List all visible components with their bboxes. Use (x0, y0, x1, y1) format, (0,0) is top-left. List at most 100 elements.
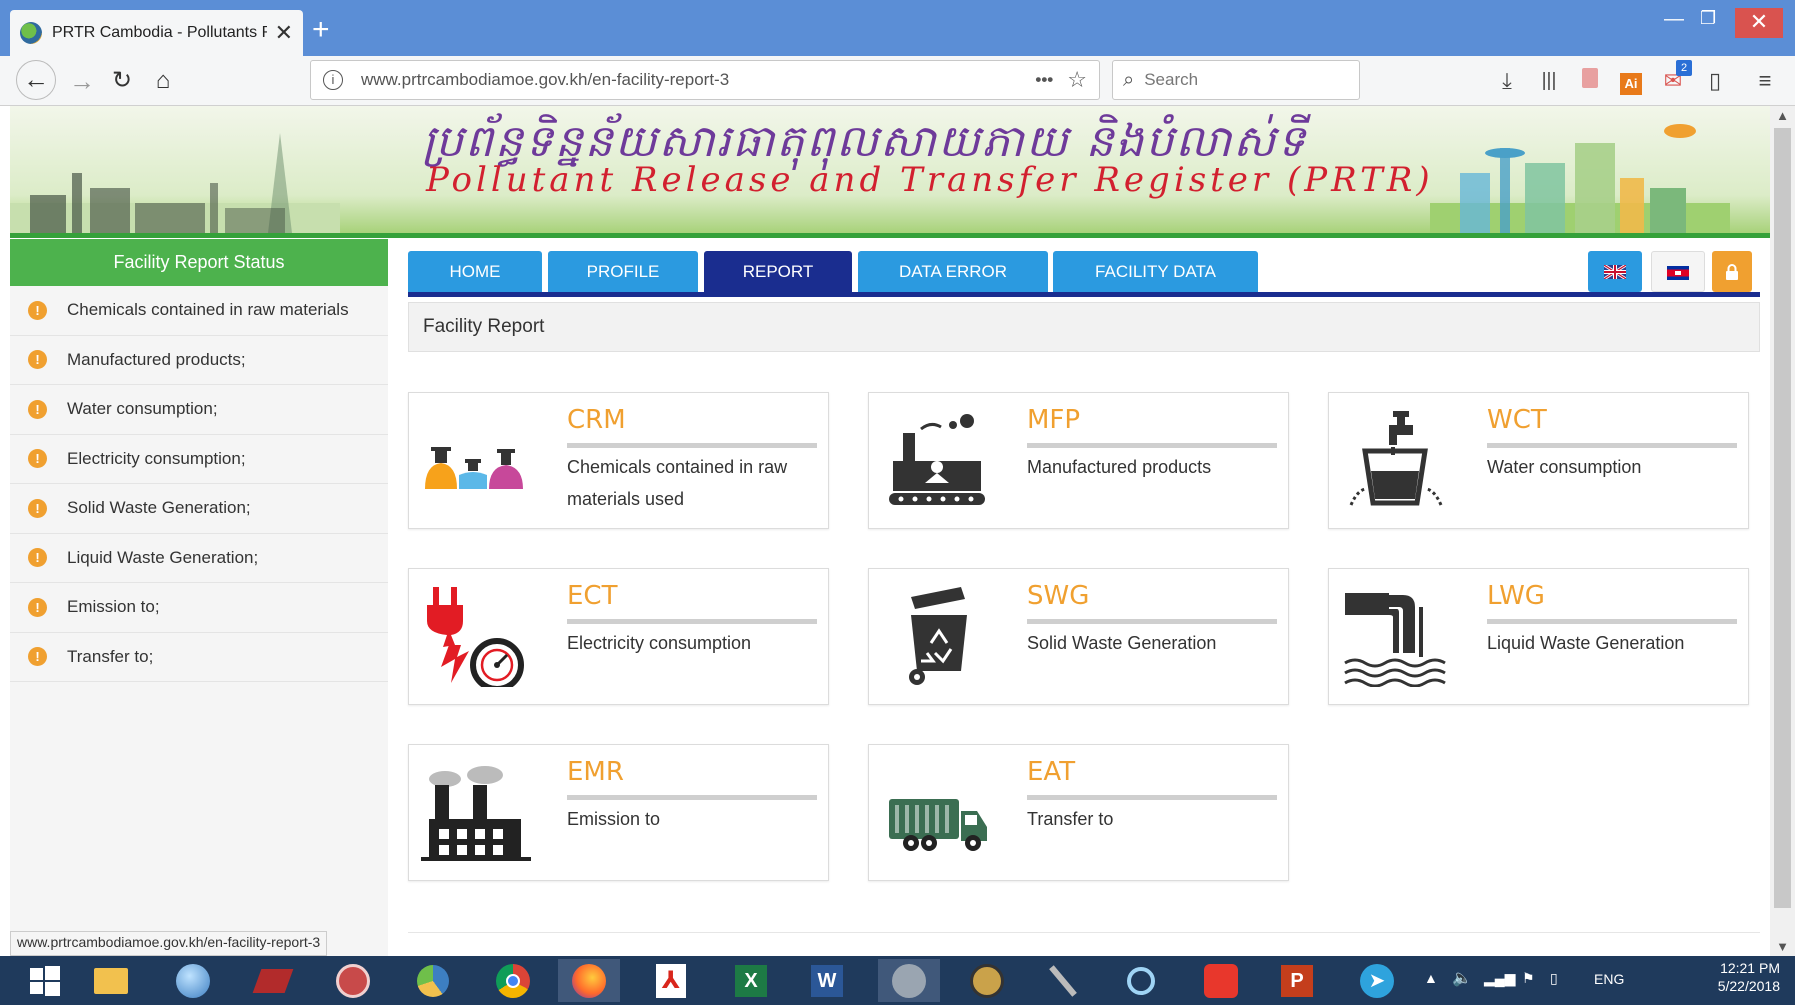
mail-icon[interactable]: ✉ 2 (1660, 60, 1692, 94)
acrobat-icon[interactable]: ⅄ (640, 959, 702, 1002)
card-description: Emission to (567, 809, 661, 829)
word-icon[interactable]: W (796, 959, 858, 1002)
sidebar-item-label: Liquid Waste Generation; (67, 547, 259, 567)
address-bar[interactable]: i www.prtrcambodiamoe.gov.kh/en-facility… (310, 60, 1100, 100)
file-explorer-icon[interactable] (80, 959, 142, 1002)
card-divider (1027, 795, 1277, 800)
pdf-addon-icon[interactable] (1577, 68, 1603, 94)
download-icon[interactable]: ⤓ (1494, 68, 1520, 94)
sidebar-item-transfer[interactable]: ! Transfer to; (10, 633, 388, 682)
library-icon[interactable]: ||| (1536, 68, 1562, 94)
banner-english-title: Pollutant Release and Transfer Register … (426, 160, 1434, 200)
card-description: Transfer to (1027, 809, 1114, 829)
search-field[interactable]: ⌕ Search (1112, 60, 1360, 100)
network-icon[interactable]: ▂▄▆ (1484, 970, 1515, 1005)
site-info-icon[interactable]: i (323, 70, 343, 90)
card-divider (1487, 443, 1737, 448)
tab-facility-data[interactable]: FACILITY DATA (1053, 251, 1258, 292)
pen-tool-icon[interactable] (1032, 959, 1094, 1002)
book-app-icon[interactable] (242, 959, 304, 1002)
card-code: MFP (1027, 405, 1081, 435)
forward-arrow-icon[interactable]: → (62, 64, 102, 100)
sidebar-item-label: Manufactured products; (67, 349, 246, 369)
report-card-lwg[interactable]: LWG Liquid Waste Generation (1328, 568, 1749, 705)
page-scrollbar[interactable]: ▲ ▼ (1770, 106, 1795, 956)
ai-addon-icon[interactable]: Ai (1618, 68, 1644, 95)
tab-data-error[interactable]: DATA ERROR (858, 251, 1048, 292)
tab-title: PRTR Cambodia - Pollutants Re (52, 24, 267, 41)
pro-app-icon[interactable] (878, 959, 940, 1002)
scroll-up-icon[interactable]: ▲ (1770, 108, 1795, 123)
battery-icon[interactable]: ▯ (1550, 970, 1558, 1005)
industrial-skyline-image (10, 133, 340, 233)
report-card-swg[interactable]: SWG Solid Waste Generation (868, 568, 1289, 705)
scroll-down-icon[interactable]: ▼ (1770, 939, 1795, 954)
back-arrow-icon[interactable]: ← (16, 60, 56, 100)
windows-start-icon[interactable] (14, 959, 76, 1002)
tab-report[interactable]: REPORT (704, 251, 852, 292)
close-tab-icon[interactable]: ✕ (275, 20, 293, 46)
card-code: CRM (567, 405, 626, 435)
content-divider (408, 932, 1760, 933)
search-app-icon[interactable] (1110, 959, 1172, 1002)
input-language[interactable]: ENG (1594, 971, 1624, 1005)
reload-icon[interactable]: ↻ (102, 64, 142, 100)
sidebar-item-solid-waste[interactable]: ! Solid Waste Generation; (10, 484, 388, 534)
powerpoint-icon[interactable]: P (1266, 959, 1328, 1002)
globe-app-icon[interactable] (162, 959, 224, 1002)
sidebar-item-water-consumption[interactable]: ! Water consumption; (10, 385, 388, 435)
red-app-icon[interactable] (1190, 959, 1252, 1002)
sidebar-item-manufactured-products[interactable]: ! Manufactured products; (10, 336, 388, 385)
window-close-icon[interactable]: ✕ (1735, 8, 1783, 38)
flag-notification-icon[interactable]: ⚑ (1522, 970, 1535, 1005)
sidebar-item-liquid-waste[interactable]: ! Liquid Waste Generation; (10, 534, 388, 583)
card-divider (567, 795, 817, 800)
breadcrumb: Facility Report (408, 302, 1760, 352)
sidebar-item-electricity-consumption[interactable]: ! Electricity consumption; (10, 435, 388, 484)
report-card-wct[interactable]: WCT Water consumption (1328, 392, 1749, 529)
site-banner: ប្រព័ន្ធទិន្នន័យសារធាតុពុលសាយភាយ និងបំលា… (10, 106, 1770, 238)
gold-app-icon[interactable] (956, 959, 1018, 1002)
sidebar-toggle-icon[interactable]: ▯ (1702, 68, 1728, 94)
warning-icon: ! (28, 449, 47, 469)
chart-app-icon[interactable] (402, 959, 464, 1002)
scrollbar-thumb[interactable] (1774, 128, 1791, 908)
report-card-ect[interactable]: ECT Electricity consumption (408, 568, 829, 705)
seal-app-icon[interactable] (322, 959, 384, 1002)
report-card-crm[interactable]: CRM Chemicals contained in raw materials… (408, 392, 829, 529)
recycle-bin-icon (909, 587, 967, 685)
tab-profile[interactable]: PROFILE (548, 251, 698, 292)
address-url[interactable]: www.prtrcambodiamoe.gov.kh/en-facility-r… (361, 70, 1035, 90)
minimize-icon[interactable]: — (1664, 8, 1684, 31)
sidebar-item-emission[interactable]: ! Emission to; (10, 583, 388, 633)
menu-hamburger-icon[interactable]: ≡ (1752, 68, 1778, 94)
new-tab-button[interactable]: + (312, 12, 330, 48)
status-bar-url: www.prtrcambodiamoe.gov.kh/en-facility-r… (10, 931, 328, 956)
bookmark-star-icon[interactable]: ☆ (1067, 67, 1087, 93)
tray-overflow-icon[interactable]: ▲ (1424, 970, 1438, 1005)
card-divider (1027, 619, 1277, 624)
excel-icon[interactable]: X (720, 959, 782, 1002)
volume-icon[interactable]: 🔈 (1452, 968, 1472, 1005)
restore-icon[interactable]: ❐ (1700, 8, 1716, 29)
firefox-icon[interactable] (558, 959, 620, 1002)
login-lock-icon[interactable] (1712, 251, 1752, 292)
sidebar-item-chemicals[interactable]: ! Chemicals contained in raw materials (10, 286, 388, 336)
page-actions-icon[interactable]: ••• (1035, 70, 1053, 90)
english-language-flag-icon[interactable] (1588, 251, 1642, 292)
browser-tab[interactable]: PRTR Cambodia - Pollutants Re ✕ (10, 10, 303, 56)
report-card-emr[interactable]: EMR Emission to (408, 744, 829, 881)
tab-home[interactable]: HOME (408, 251, 542, 292)
web-page: ប្រព័ន្ធទិន្នន័យសារធាតុពុលសាយភាយ និងបំលា… (10, 106, 1770, 956)
card-divider (567, 619, 817, 624)
chrome-icon[interactable] (482, 959, 544, 1002)
report-card-eat[interactable]: EAT Transfer to (868, 744, 1289, 881)
home-icon[interactable]: ⌂ (143, 64, 183, 100)
report-card-mfp[interactable]: MFP Manufactured products (868, 392, 1289, 529)
khmer-language-flag-icon[interactable] (1651, 251, 1705, 292)
search-icon: ⌕ (1123, 68, 1135, 91)
telegram-icon[interactable]: ➤ (1346, 959, 1408, 1002)
browser-tab-bar: PRTR Cambodia - Pollutants Re ✕ + — ❐ ✕ (0, 0, 1795, 56)
clock[interactable]: 12:21 PM 5/22/2018 (1700, 960, 1780, 1005)
wastewater-pipe-icon (1344, 593, 1446, 687)
